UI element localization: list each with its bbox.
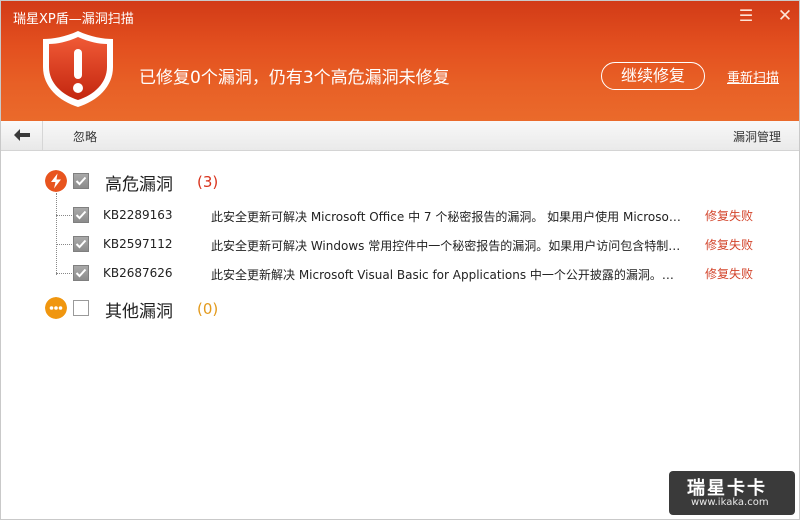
header-banner: 瑞星XP盾—漏洞扫描 ☰ ✕ 已修复0个漏洞，仍有3个高危漏洞未修复 继续修复 … <box>1 1 799 121</box>
check-icon <box>75 239 87 249</box>
more-icon <box>45 297 67 319</box>
other-group-checkbox[interactable] <box>73 300 89 316</box>
row-description[interactable]: 此安全更新可解决 Microsoft Office 中 7 个秘密报告的漏洞。 … <box>211 208 681 225</box>
row-description[interactable]: 此安全更新解决 Microsoft Visual Basic for Appli… <box>211 266 681 283</box>
high-risk-count: (3) <box>197 173 219 191</box>
watermark-logo: 瑞星卡卡 www.ikaka.com <box>669 471 795 515</box>
check-icon <box>75 176 87 186</box>
tree-connector <box>56 193 57 275</box>
other-count: (0) <box>197 300 219 318</box>
watermark-url: www.ikaka.com <box>691 497 769 508</box>
back-arrow-icon <box>14 129 30 141</box>
window-title: 瑞星XP盾—漏洞扫描 <box>13 12 134 27</box>
row-kb-id: KB2687626 <box>103 266 173 280</box>
row-checkbox[interactable] <box>73 265 89 281</box>
scan-summary: 已修复0个漏洞，仍有3个高危漏洞未修复 <box>139 68 450 88</box>
row-kb-id: KB2597112 <box>103 237 173 251</box>
tree-branch <box>56 273 72 274</box>
check-icon <box>75 268 87 278</box>
row-status: 修复失败 <box>705 209 754 223</box>
row-checkbox[interactable] <box>73 207 89 223</box>
tree-branch <box>56 244 72 245</box>
continue-fix-button[interactable]: 继续修复 <box>601 62 705 90</box>
row-status: 修复失败 <box>705 238 754 252</box>
high-risk-group-checkbox[interactable] <box>73 173 89 189</box>
check-icon <box>75 210 87 220</box>
app-window: 瑞星XP盾—漏洞扫描 ☰ ✕ 已修复0个漏洞，仍有3个高危漏洞未修复 继续修复 … <box>0 0 800 520</box>
rescan-link[interactable]: 重新扫描 <box>727 67 779 86</box>
row-checkbox[interactable] <box>73 236 89 252</box>
ignore-button[interactable]: 忽略 <box>73 128 97 145</box>
high-risk-group-label: 高危漏洞 <box>105 175 173 195</box>
toolbar: 忽略 漏洞管理 <box>1 121 799 151</box>
tree-branch <box>56 215 72 216</box>
back-button[interactable] <box>1 121 43 150</box>
shield-warning-icon <box>43 31 113 107</box>
row-description[interactable]: 此安全更新可解决 Windows 常用控件中一个秘密报告的漏洞。如果用户访问包含… <box>211 237 681 254</box>
row-status: 修复失败 <box>705 267 754 281</box>
vulnerability-manage-link[interactable]: 漏洞管理 <box>733 128 781 145</box>
menu-icon[interactable]: ☰ <box>737 7 755 25</box>
close-icon[interactable]: ✕ <box>776 7 794 25</box>
other-group-label: 其他漏洞 <box>105 302 173 322</box>
lightning-icon <box>45 170 67 192</box>
row-kb-id: KB2289163 <box>103 208 173 222</box>
